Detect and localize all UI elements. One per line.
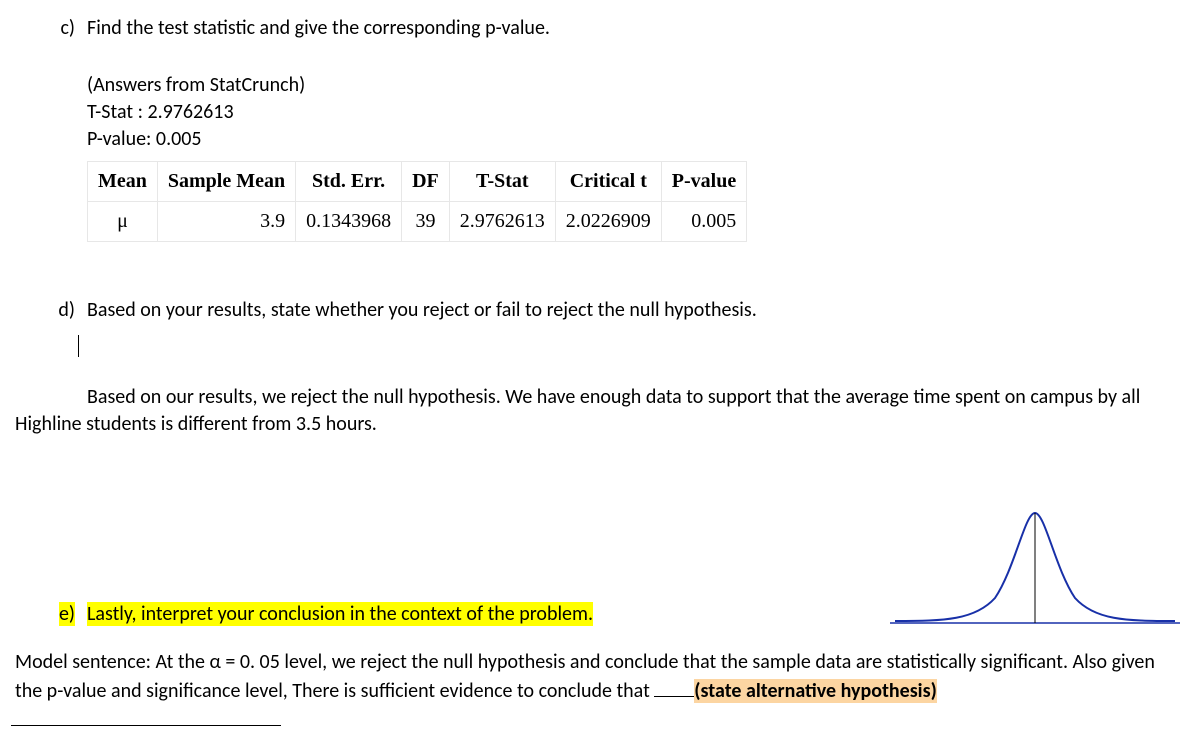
blank-before: [654, 696, 694, 697]
part-e-label: e): [15, 601, 87, 628]
col-sample-mean: Sample Mean: [157, 162, 295, 202]
normal-curve-icon: [885, 498, 1185, 638]
cell-std-err: 0.1343968: [296, 202, 402, 242]
part-d-question: Based on your results, state whether you…: [87, 297, 1185, 324]
part-e: e) Lastly, interpret your conclusion in …: [15, 601, 885, 628]
part-d: d) Based on your results, state whether …: [15, 297, 1185, 324]
col-pvalue: P-value: [661, 162, 746, 202]
part-c-answers: (Answers from StatCrunch) T-Stat : 2.976…: [87, 72, 1185, 153]
cell-mean: μ: [88, 202, 158, 242]
model-sentence-text: Model sentence: At the α = 0. 05 level, …: [15, 650, 1155, 703]
normal-curve-figure: [885, 498, 1185, 638]
cell-tstat: 2.9762613: [449, 202, 555, 242]
part-d-answer-text: Based on our results, we reject the null…: [15, 385, 1140, 436]
part-c-question: Find the test statistic and give the cor…: [87, 15, 1185, 42]
part-d-label: d): [15, 297, 87, 324]
part-c-label: c): [15, 15, 87, 42]
col-critical-t: Critical t: [555, 162, 661, 202]
part-e-question: Lastly, interpret your conclusion in the…: [87, 601, 885, 628]
col-df: DF: [402, 162, 450, 202]
cell-df: 39: [402, 202, 450, 242]
part-d-answer: Based on our results, we reject the null…: [15, 384, 1185, 438]
pvalue-line: P-value: 0.005: [87, 126, 1185, 153]
col-std-err: Std. Err.: [296, 162, 402, 202]
alt-hypothesis-placeholder: (state alternative hypothesis): [694, 679, 937, 703]
tstat-line: T-Stat : 2.9762613: [87, 99, 1185, 126]
text-cursor: [78, 335, 79, 357]
col-tstat: T-Stat: [449, 162, 555, 202]
cell-pvalue: 0.005: [661, 202, 746, 242]
col-mean: Mean: [88, 162, 158, 202]
answers-header: (Answers from StatCrunch): [87, 72, 1185, 99]
part-e-row: e) Lastly, interpret your conclusion in …: [15, 503, 1185, 628]
stat-table: Mean Sample Mean Std. Err. DF T-Stat Cri…: [87, 161, 747, 242]
table-header-row: Mean Sample Mean Std. Err. DF T-Stat Cri…: [88, 162, 747, 202]
cell-sample-mean: 3.9: [157, 202, 295, 242]
cell-critical-t: 2.0226909: [555, 202, 661, 242]
table-data-row: μ 3.9 0.1343968 39 2.9762613 2.0226909 0…: [88, 202, 747, 242]
part-c: c) Find the test statistic and give the …: [15, 15, 1185, 42]
blank-after: [11, 725, 281, 726]
model-sentence: Model sentence: At the α = 0. 05 level, …: [15, 648, 1185, 735]
